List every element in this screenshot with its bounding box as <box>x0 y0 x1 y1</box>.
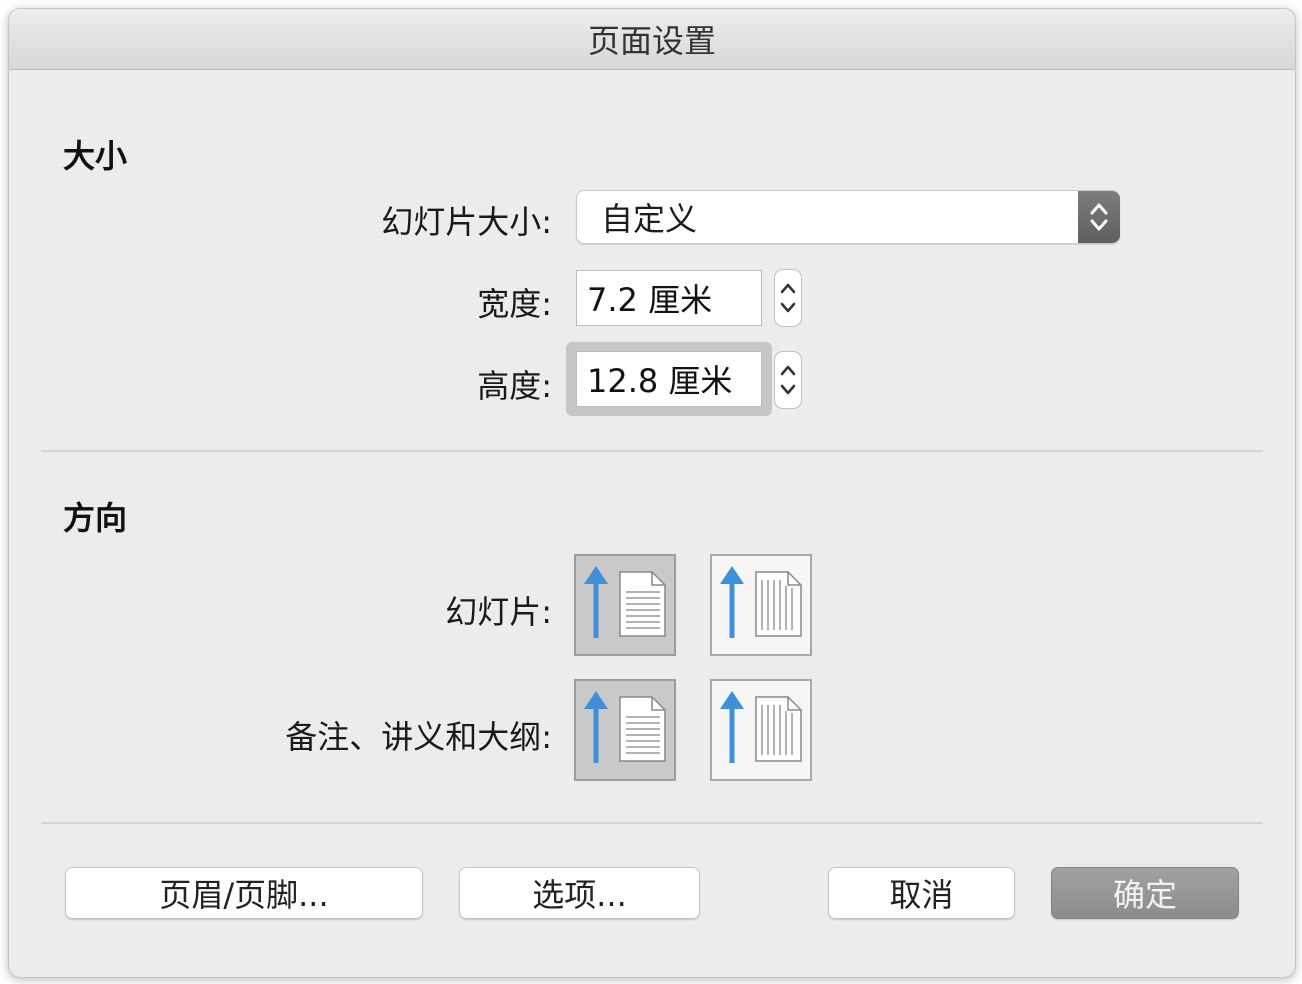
landscape-page-icon <box>720 691 802 763</box>
stepper-arrows-icon <box>780 283 796 313</box>
header-footer-button[interactable]: 页眉/页脚... <box>65 867 423 919</box>
page-setup-dialog: 页面设置 大小 幻灯片大小: 自定义 宽度: 7.2 厘米 高度: 12.8 厘… <box>8 8 1296 978</box>
notes-orientation-label: 备注、讲义和大纲: <box>285 718 552 756</box>
slides-portrait-button[interactable] <box>574 554 676 656</box>
section-divider <box>41 822 1263 824</box>
stepper-arrows-icon <box>780 365 796 395</box>
width-stepper[interactable] <box>774 269 802 327</box>
slide-size-value: 自定义 <box>601 200 698 238</box>
landscape-page-icon <box>720 566 802 638</box>
height-input[interactable]: 12.8 厘米 <box>576 351 762 407</box>
slides-landscape-button[interactable] <box>710 554 812 656</box>
notes-portrait-button[interactable] <box>574 679 676 781</box>
width-label: 宽度: <box>477 285 552 323</box>
dialog-title: 页面设置 <box>9 9 1295 70</box>
portrait-page-icon <box>584 566 666 638</box>
orientation-section-heading: 方向 <box>63 499 128 537</box>
slides-orientation-label: 幻灯片: <box>445 593 552 631</box>
section-divider <box>41 450 1263 452</box>
options-button[interactable]: 选项... <box>459 867 700 919</box>
notes-landscape-button[interactable] <box>710 679 812 781</box>
size-section-heading: 大小 <box>63 137 128 175</box>
cancel-button[interactable]: 取消 <box>828 867 1015 919</box>
slide-size-label: 幻灯片大小: <box>381 203 552 241</box>
height-label: 高度: <box>477 367 552 405</box>
ok-button[interactable]: 确定 <box>1051 867 1239 919</box>
height-stepper[interactable] <box>774 351 802 409</box>
width-input[interactable]: 7.2 厘米 <box>576 270 762 326</box>
portrait-page-icon <box>584 691 666 763</box>
updown-arrows-icon <box>1078 191 1120 243</box>
slide-size-popup[interactable]: 自定义 <box>576 190 1120 244</box>
